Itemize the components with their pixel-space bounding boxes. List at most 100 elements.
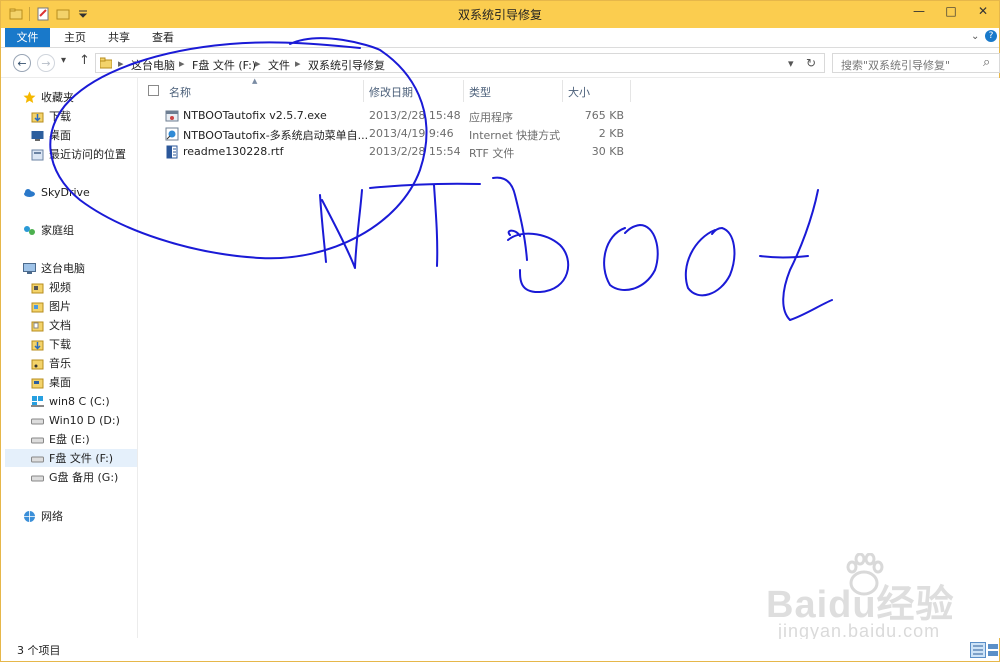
tab-share[interactable]: 共享 xyxy=(101,28,137,47)
column-header-size[interactable]: 大小 xyxy=(568,84,590,100)
ribbon-expand-icon[interactable]: ⌄ xyxy=(971,31,979,42)
address-bar[interactable]: ▸ 这台电脑 ▸ F盘 文件 (F:) ▸ 文件 ▸ 双系统引导修复 ▾ ↻ xyxy=(95,53,825,73)
file-name[interactable]: NTBOOTautofix-多系统启动菜单自... xyxy=(183,127,368,143)
nav-label: 视频 xyxy=(49,281,71,294)
nav-item-drive-e[interactable]: E盘 (E:) xyxy=(31,430,90,448)
nav-item-desktop-pc[interactable]: 桌面 xyxy=(31,373,71,391)
breadcrumb-drive-f[interactable]: F盘 文件 (F:) xyxy=(192,57,256,73)
sort-ascending-icon: ▲ xyxy=(252,77,258,85)
breadcrumb-files[interactable]: 文件 xyxy=(268,57,290,73)
column-divider[interactable] xyxy=(630,80,631,102)
large-icons-view-icon[interactable] xyxy=(987,642,999,658)
nav-item-recent[interactable]: 最近访问的位置 xyxy=(31,145,126,163)
maximize-button[interactable]: □ xyxy=(935,1,967,21)
nav-homegroup[interactable]: 家庭组 xyxy=(23,221,74,239)
nav-label: 图片 xyxy=(49,300,71,313)
file-row[interactable]: readme130228.rtf 2013/2/28 15:54 RTF 文件 … xyxy=(162,143,642,161)
file-size: 30 KB xyxy=(591,145,624,158)
ribbon: 文件 主页 共享 查看 ⌄ ? xyxy=(1,28,999,48)
details-view-icon[interactable] xyxy=(970,642,986,658)
file-modified: 2013/2/28 15:48 xyxy=(369,109,461,122)
forward-button[interactable]: → xyxy=(37,54,55,72)
column-divider[interactable] xyxy=(463,80,464,102)
file-row[interactable]: NTBOOTautofix v2.5.7.exe 2013/2/28 15:48… xyxy=(162,107,642,125)
nav-favorites[interactable]: 收藏夹 xyxy=(23,88,74,106)
videos-folder-icon xyxy=(31,283,44,293)
minimize-button[interactable]: — xyxy=(903,1,935,21)
drive-icon xyxy=(31,456,44,462)
file-size: 2 KB xyxy=(598,127,624,140)
nav-item-drive-f[interactable]: F盘 文件 (F:) xyxy=(5,449,137,467)
search-input[interactable]: 搜索"双系统引导修复" xyxy=(841,57,950,73)
breadcrumb-separator[interactable]: ▸ xyxy=(295,57,301,70)
tab-home[interactable]: 主页 xyxy=(57,28,93,47)
nav-label: 桌面 xyxy=(49,129,71,142)
url-icon xyxy=(165,127,179,141)
nav-thispc[interactable]: 这台电脑 xyxy=(23,259,85,277)
file-name[interactable]: NTBOOTautofix v2.5.7.exe xyxy=(183,109,327,122)
nav-item-desktop[interactable]: 桌面 xyxy=(31,126,71,144)
back-button[interactable]: ← xyxy=(13,54,31,72)
nav-label: 音乐 xyxy=(49,357,71,370)
address-dropdown-icon[interactable]: ▾ xyxy=(788,57,794,70)
nav-item-pictures[interactable]: 图片 xyxy=(31,297,71,315)
close-button[interactable]: ✕ xyxy=(967,1,999,21)
nav-label: E盘 (E:) xyxy=(49,433,90,446)
nav-label: 这台电脑 xyxy=(41,262,85,275)
search-box[interactable]: 搜索"双系统引导修复" ⌕ xyxy=(832,53,1000,73)
nav-label: 网络 xyxy=(41,510,63,523)
breadcrumb-thispc[interactable]: 这台电脑 xyxy=(131,57,175,73)
nav-item-videos[interactable]: 视频 xyxy=(31,278,71,296)
breadcrumb-separator[interactable]: ▸ xyxy=(179,57,185,70)
cloud-icon xyxy=(24,188,35,197)
nav-label: F盘 文件 (F:) xyxy=(49,452,114,465)
breadcrumb-separator[interactable]: ▸ xyxy=(118,57,124,70)
nav-label: 收藏夹 xyxy=(41,91,74,104)
nav-label: SkyDrive xyxy=(41,185,90,199)
windows-drive-icon xyxy=(31,395,44,407)
nav-label: 下载 xyxy=(49,338,71,351)
column-divider[interactable] xyxy=(363,80,364,102)
column-header-modified[interactable]: 修改日期 xyxy=(369,84,413,100)
file-type: Internet 快捷方式 xyxy=(469,129,561,142)
nav-label: 家庭组 xyxy=(41,224,74,237)
tab-view[interactable]: 查看 xyxy=(145,28,181,47)
nav-item-downloads-pc[interactable]: 下载 xyxy=(31,335,71,353)
help-icon[interactable]: ? xyxy=(985,30,997,42)
nav-item-drive-c[interactable]: win8 C (C:) xyxy=(31,392,110,410)
breadcrumb-current[interactable]: 双系统引导修复 xyxy=(308,57,385,73)
nav-item-downloads[interactable]: 下载 xyxy=(31,107,71,125)
computer-icon xyxy=(23,262,36,274)
status-bar: 3 个项目 xyxy=(1,639,999,661)
nav-item-drive-g[interactable]: G盘 备用 (G:) xyxy=(31,468,118,486)
refresh-button[interactable]: ↻ xyxy=(806,56,816,70)
homegroup-icon xyxy=(24,225,35,235)
breadcrumb-separator[interactable]: ▸ xyxy=(255,57,261,70)
nav-label: 下载 xyxy=(49,110,71,123)
rtf-icon xyxy=(166,145,178,159)
recent-places-icon xyxy=(31,149,44,160)
recent-locations-button[interactable]: ▾ xyxy=(61,55,66,66)
item-count: 3 个项目 xyxy=(17,644,61,657)
folder-icon xyxy=(100,57,112,69)
tab-file[interactable]: 文件 xyxy=(5,28,50,47)
drive-icon xyxy=(31,418,44,424)
column-header-name[interactable]: 名称 xyxy=(169,84,191,100)
nav-item-drive-d[interactable]: Win10 D (D:) xyxy=(31,411,120,429)
search-icon[interactable]: ⌕ xyxy=(983,55,990,70)
nav-network[interactable]: 网络 xyxy=(23,507,63,525)
nav-item-music[interactable]: 音乐 xyxy=(31,354,71,372)
file-row[interactable]: NTBOOTautofix-多系统启动菜单自... 2013/4/19 9:46… xyxy=(162,125,642,143)
exe-icon xyxy=(165,110,179,122)
file-name[interactable]: readme130228.rtf xyxy=(183,145,283,158)
nav-label: win8 C (C:) xyxy=(49,394,110,408)
watermark-brand: Baidu经验 xyxy=(766,584,955,626)
nav-label: 最近访问的位置 xyxy=(49,148,126,161)
nav-item-documents[interactable]: 文档 xyxy=(31,316,71,334)
column-header-type[interactable]: 类型 xyxy=(469,84,491,100)
up-button[interactable]: ↑ xyxy=(79,53,90,68)
nav-skydrive[interactable]: SkyDrive xyxy=(23,183,90,201)
select-all-checkbox[interactable] xyxy=(148,85,159,96)
column-divider[interactable] xyxy=(562,80,563,102)
file-size: 765 KB xyxy=(584,109,624,122)
